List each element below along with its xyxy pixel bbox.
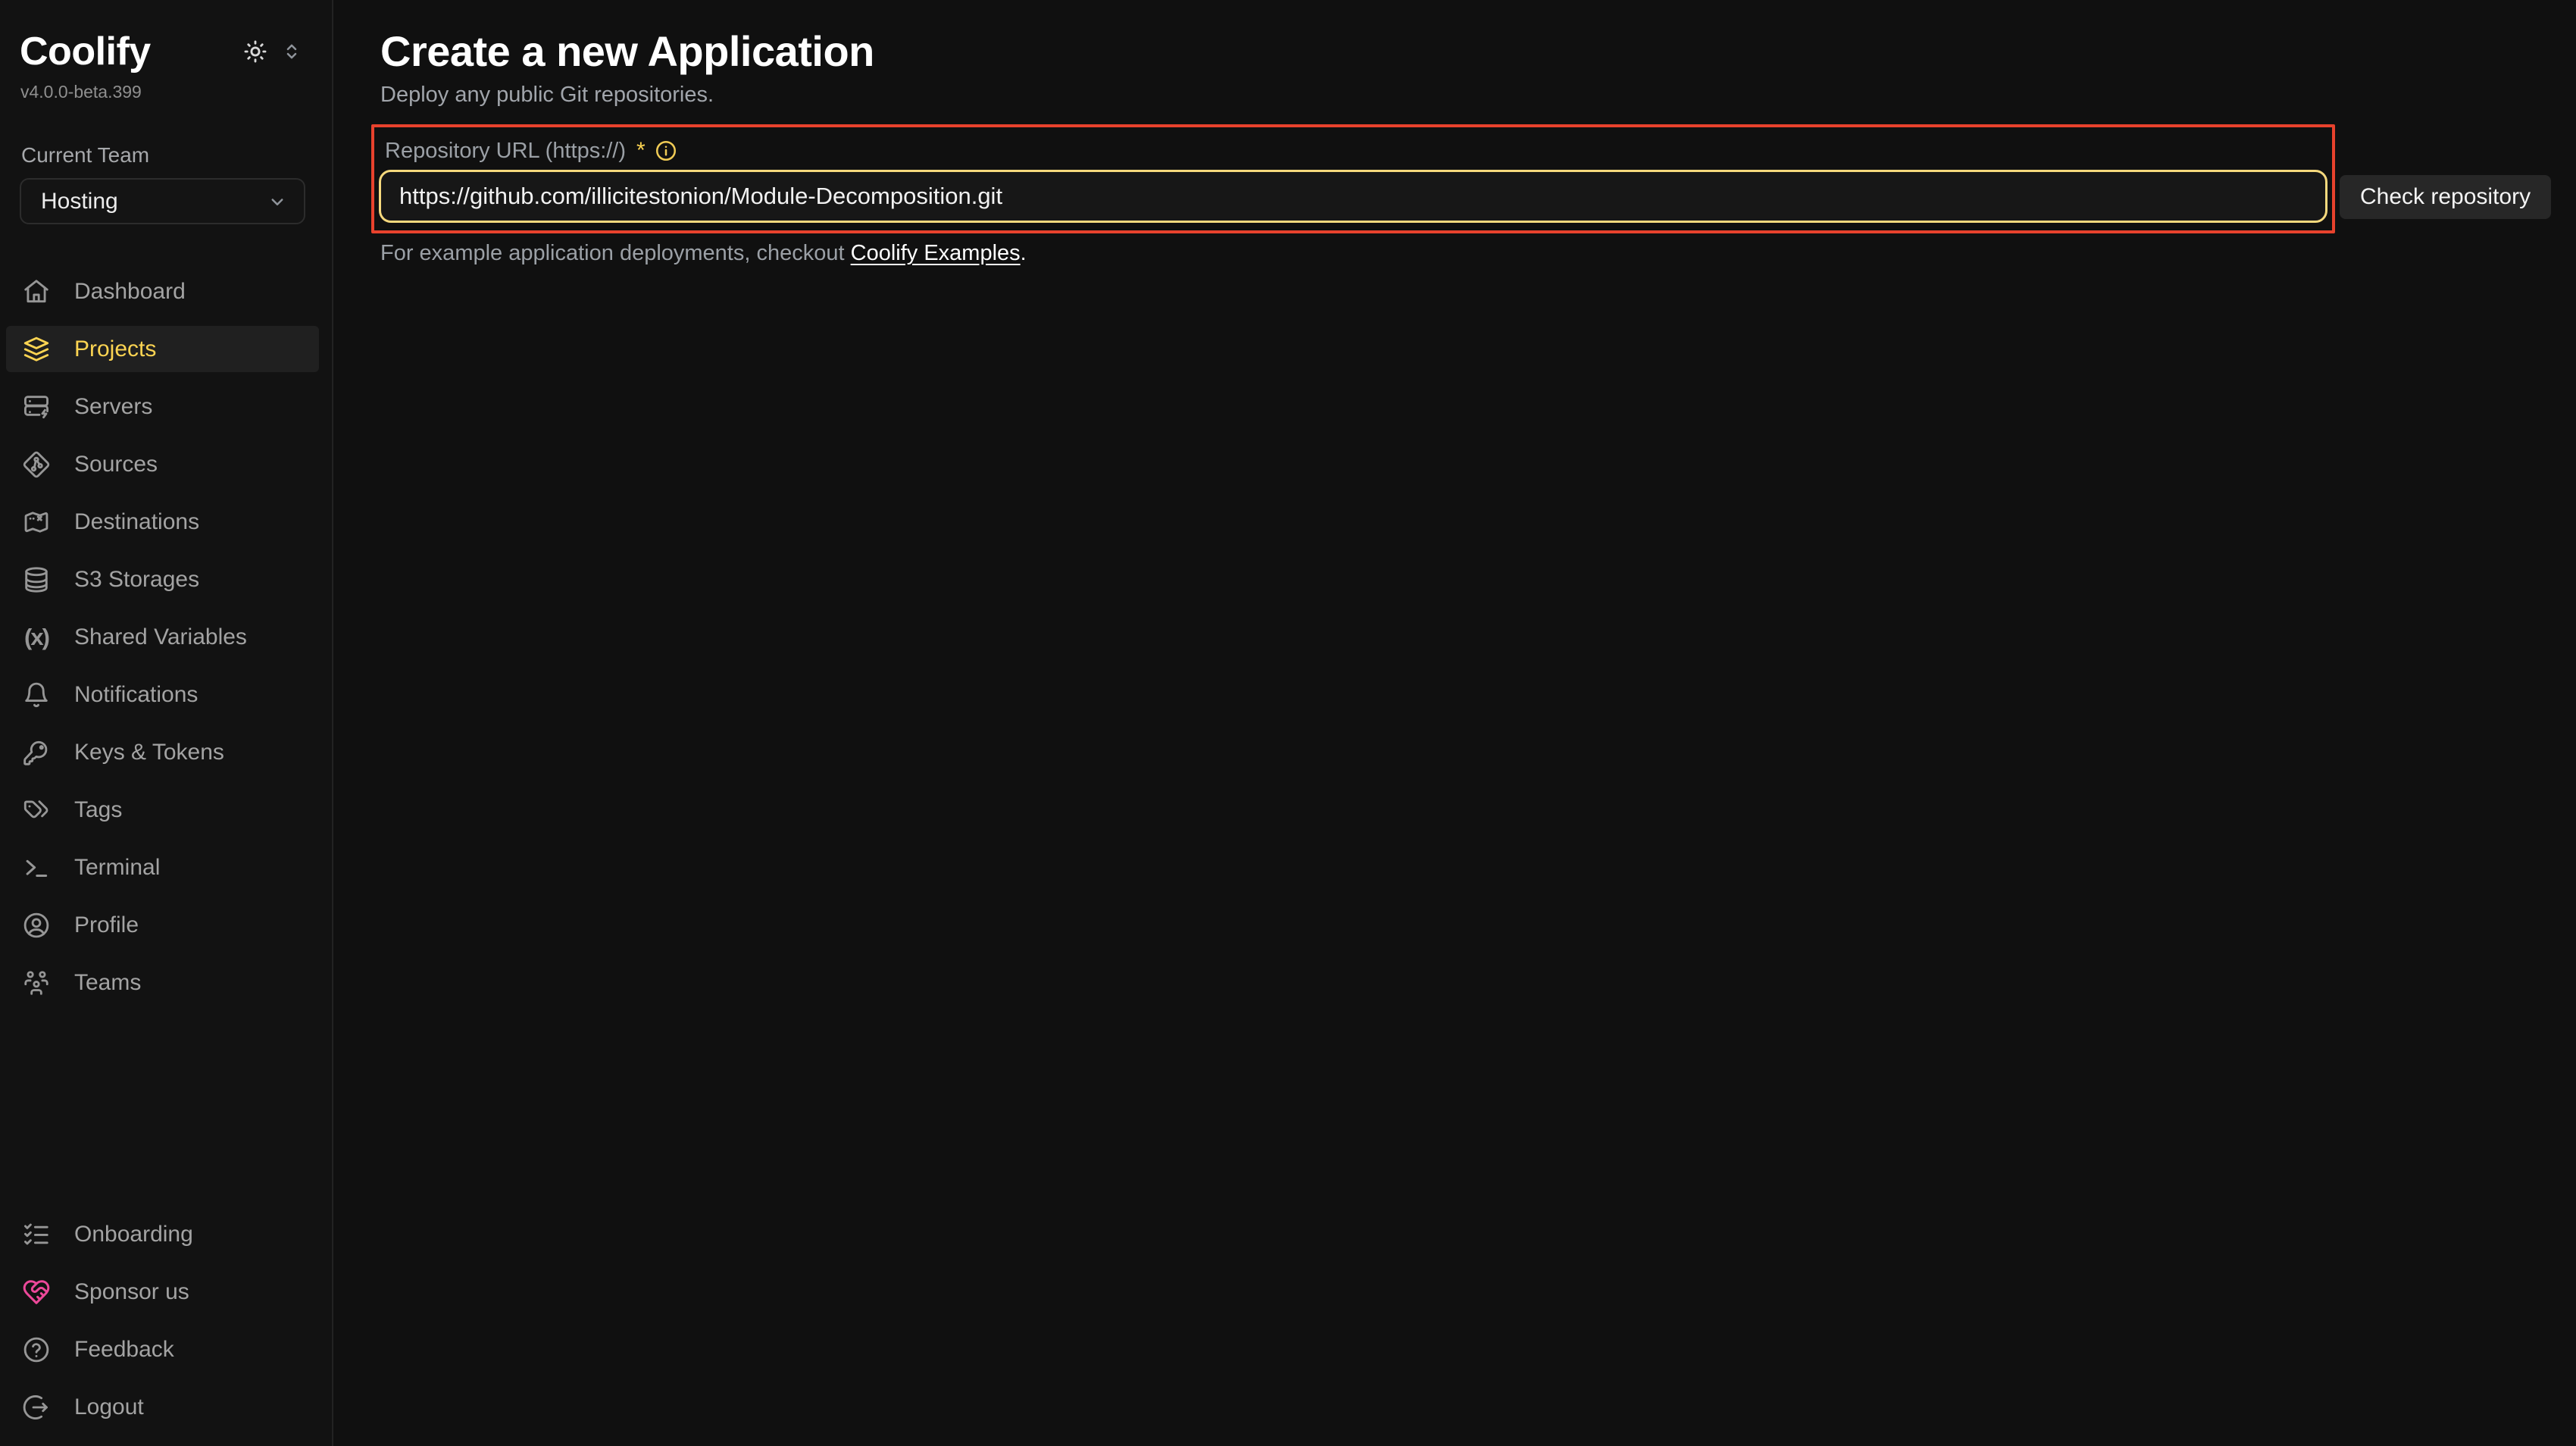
repository-form-highlight-box: Repository URL (https://) * (371, 124, 2335, 233)
helper-text: For example application deployments, che… (380, 241, 2576, 266)
helper-prefix: For example application deployments, che… (380, 241, 851, 265)
repository-form-row: Repository URL (https://) * Check reposi… (371, 124, 2576, 233)
sidebar-footer-nav: Onboarding Sponsor us Feedback (0, 1211, 332, 1441)
database-icon (22, 565, 51, 594)
team-select[interactable]: Hosting (20, 178, 305, 224)
git-source-icon (22, 450, 51, 479)
sidebar-item-shared-variables[interactable]: (x) Shared Variables (6, 614, 319, 660)
home-icon (22, 277, 51, 306)
app-version: v4.0.0-beta.399 (20, 82, 332, 102)
main-content: Create a new Application Deploy any publ… (335, 0, 2576, 266)
chevron-down-icon (266, 190, 289, 213)
server-icon (22, 393, 51, 421)
sidebar-nav: Dashboard Projects Servers (0, 268, 332, 1017)
map-icon (22, 508, 51, 537)
repository-url-label-row: Repository URL (https://) * (385, 138, 2327, 164)
sidebar-item-servers[interactable]: Servers (6, 383, 319, 430)
sidebar-item-sponsor-us[interactable]: Sponsor us (6, 1269, 319, 1315)
sidebar-item-notifications[interactable]: Notifications (6, 671, 319, 718)
sidebar-item-onboarding[interactable]: Onboarding (6, 1211, 319, 1257)
sidebar-item-keys-tokens[interactable]: Keys & Tokens (6, 729, 319, 775)
team-select-value: Hosting (41, 189, 118, 214)
bell-icon (22, 681, 51, 709)
users-group-icon (22, 969, 51, 997)
info-icon[interactable] (655, 139, 677, 162)
sun-icon[interactable] (242, 39, 268, 64)
repository-url-input[interactable] (379, 170, 2327, 223)
sidebar-item-dashboard[interactable]: Dashboard (6, 268, 319, 315)
layers-icon (22, 335, 51, 364)
help-circle-icon (22, 1335, 51, 1364)
terminal-icon (22, 853, 51, 882)
sidebar-item-feedback[interactable]: Feedback (6, 1326, 319, 1372)
sidebar: Coolify v4.0.0-beta.399 Current Team Hos… (0, 0, 333, 1446)
page-title: Create a new Application (380, 26, 2576, 77)
app-logo: Coolify (20, 29, 151, 74)
sidebar-item-s3-storages[interactable]: S3 Storages (6, 556, 319, 602)
current-team-label: Current Team (21, 143, 332, 167)
sidebar-item-destinations[interactable]: Destinations (6, 499, 319, 545)
variable-icon: (x) (22, 624, 51, 651)
sidebar-item-profile[interactable]: Profile (6, 902, 319, 948)
user-circle-icon (22, 911, 51, 940)
sidebar-item-projects[interactable]: Projects (6, 326, 319, 372)
sidebar-item-logout[interactable]: Logout (6, 1384, 319, 1430)
sidebar-item-tags[interactable]: Tags (6, 787, 319, 833)
sidebar-item-terminal[interactable]: Terminal (6, 844, 319, 890)
required-asterisk: * (636, 138, 646, 164)
helper-suffix: . (1021, 241, 1027, 265)
check-repository-button[interactable]: Check repository (2340, 175, 2551, 219)
coolify-examples-link[interactable]: Coolify Examples (851, 241, 1021, 265)
chevrons-up-down-icon[interactable] (280, 40, 303, 63)
repository-url-label: Repository URL (https://) (385, 139, 626, 164)
heart-handshake-icon (22, 1278, 51, 1307)
tags-icon (22, 796, 51, 825)
key-icon (22, 738, 51, 767)
sidebar-item-sources[interactable]: Sources (6, 441, 319, 487)
page-subtitle: Deploy any public Git repositories. (380, 83, 2576, 108)
logout-icon (22, 1393, 51, 1422)
sidebar-item-teams[interactable]: Teams (6, 959, 319, 1006)
sidebar-header: Coolify (0, 0, 332, 74)
list-checks-icon (22, 1220, 51, 1249)
